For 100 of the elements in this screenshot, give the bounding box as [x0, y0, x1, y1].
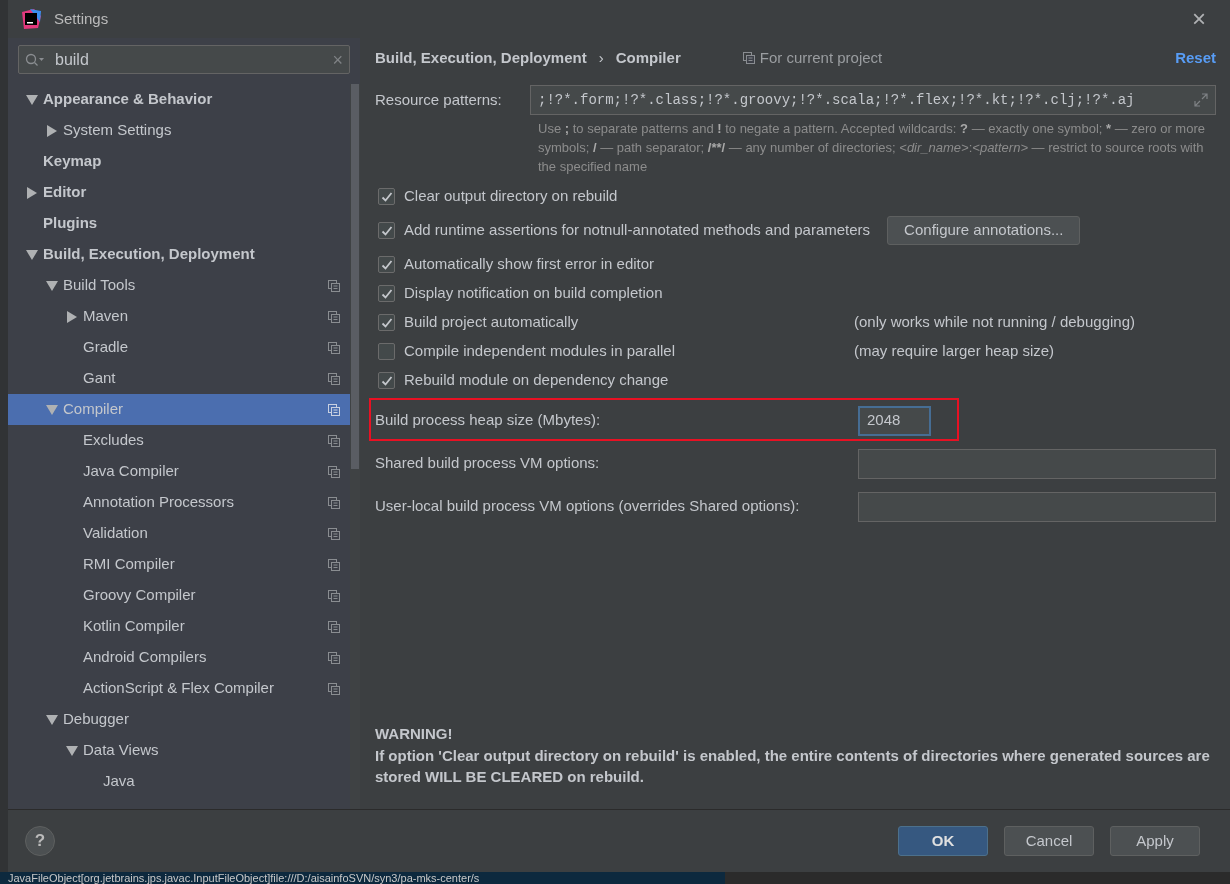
field-label: User-local build process VM options (overrides Shared options): [375, 496, 801, 517]
field-label: Resource patterns: [375, 89, 503, 110]
tree-item[interactable]: Editor [8, 177, 350, 208]
input-field[interactable] [858, 448, 1216, 479]
tree-item[interactable]: RMI Compiler [8, 549, 350, 580]
collapsed-arrow-icon[interactable] [26, 186, 38, 199]
tree-item[interactable]: Kotlin Compiler [8, 611, 350, 642]
tree-item[interactable]: Groovy Compiler [8, 580, 350, 611]
tree-item[interactable]: Build, Execution, Deployment [8, 239, 350, 270]
tree-item[interactable]: Maven [8, 301, 350, 332]
reset-link[interactable]: Reset [1175, 46, 1216, 70]
checkbox-label[interactable]: Add runtime assertions for notnull-annotated methods and parameters [404, 219, 871, 242]
copy-icon [328, 279, 340, 292]
copy-icon [328, 434, 340, 447]
scrollbar-thumb[interactable] [351, 84, 359, 469]
tree-item[interactable]: Debugger [8, 704, 350, 735]
tree-label: Groovy Compiler [83, 585, 197, 606]
breadcrumb-item[interactable]: Build, Execution, Deployment [375, 46, 587, 70]
tree-label: Gradle [83, 337, 130, 358]
tree-label: Maven [83, 306, 130, 327]
tree-item[interactable]: Java Compiler [8, 456, 350, 487]
copy-icon [328, 372, 340, 385]
tree-label: Data Views [83, 740, 160, 761]
copy-icon [328, 620, 340, 633]
field-label: Build process heap size (Mbytes): [375, 410, 602, 431]
expanded-arrow-icon[interactable] [26, 93, 38, 106]
checkbox[interactable] [378, 256, 395, 273]
tree-item[interactable]: Gant [8, 363, 350, 394]
expanded-arrow-icon[interactable] [66, 744, 78, 757]
copy-icon [328, 403, 340, 416]
tree-item[interactable]: Java [8, 766, 350, 797]
checkbox[interactable] [378, 372, 395, 389]
copy-icon [328, 341, 340, 354]
checkbox-label[interactable]: Automatically show first error in editor [404, 253, 655, 276]
tree-item[interactable]: Annotation Processors [8, 487, 350, 518]
tree-item[interactable]: Android Compilers [8, 642, 350, 673]
copy-icon [328, 310, 340, 323]
tree-label: Keymap [43, 151, 103, 172]
copy-icon [328, 527, 340, 540]
tree-item[interactable]: Build Tools [8, 270, 350, 301]
tree-label: Build, Execution, Deployment [43, 244, 256, 265]
checkbox-label[interactable]: Compile independent modules in parallel [404, 340, 675, 363]
search-icon [25, 52, 45, 67]
copy-icon [328, 651, 340, 664]
checkbox[interactable] [378, 285, 395, 302]
copy-icon [328, 682, 340, 695]
checkbox-label[interactable]: Clear output directory on rebuild [404, 185, 618, 208]
checkbox[interactable] [378, 222, 395, 239]
warning-text: If option 'Clear output directory on rebuild' is enabled, the entire contents of directories where generated sources are stored WILL BE CLEARED on rebuild. [375, 746, 1211, 787]
input-field[interactable]: 2048 [858, 405, 931, 436]
tree-label: Validation [83, 523, 149, 544]
expanded-arrow-icon[interactable] [26, 248, 38, 261]
configure-annotations-button[interactable]: Configure annotations... [887, 216, 1081, 245]
tree-label: Build Tools [63, 275, 137, 296]
tree-item[interactable]: Excludes [8, 425, 350, 456]
copy-icon [328, 496, 340, 509]
tree-item[interactable]: Keymap [8, 146, 350, 177]
tree-label: Debugger [63, 709, 130, 730]
tree-label: ActionScript & Flex Compiler [83, 678, 275, 699]
breadcrumb-separator: › [598, 47, 604, 68]
breadcrumb-item[interactable]: Compiler [615, 46, 681, 70]
hint-text: Use ; to separate patterns and ! to negate a pattern. Accepted wildcards: ? — exactly one symbol; * — zero or more symbols; / — path separator; /**/ — any number of directories; <dir_name>:<pattern> — restrict to source roots with the specified name [538, 120, 1206, 176]
checkbox[interactable] [378, 314, 395, 331]
expanded-arrow-icon[interactable] [46, 713, 58, 726]
resource-patterns-field[interactable]: ;!?*.form;!?*.class;!?*.groovy;!?*.scala;!?*.flex;!?*.kt;!?*.clj;!?*.aj [530, 85, 1216, 115]
tree-label: Excludes [83, 430, 145, 451]
tree-label: Gant [83, 368, 117, 389]
checkbox-label[interactable]: Rebuild module on dependency change [404, 369, 669, 392]
tree-item[interactable]: Gradle [8, 332, 350, 363]
dialog-button[interactable]: Cancel [1004, 826, 1094, 856]
checkbox[interactable] [378, 343, 395, 360]
help-button[interactable]: ? [25, 826, 55, 856]
tree-label: Appearance & Behavior [43, 89, 214, 110]
expanded-arrow-icon[interactable] [46, 279, 58, 292]
tree-item[interactable]: ActionScript & Flex Compiler [8, 673, 350, 704]
option-note: (only works while not running / debugging) [854, 312, 1135, 333]
checkbox-label[interactable]: Display notification on build completion [404, 282, 663, 305]
app-logo-icon [20, 8, 42, 30]
tree-item[interactable]: System Settings [8, 115, 350, 146]
checkbox-label[interactable]: Build project automatically [404, 311, 579, 334]
tree-item[interactable]: Validation [8, 518, 350, 549]
tree-item[interactable]: Appearance & Behavior [8, 84, 350, 115]
search-field[interactable]: build × [18, 45, 350, 74]
collapsed-arrow-icon[interactable] [66, 310, 78, 323]
warning-title: WARNING! [375, 724, 454, 744]
copy-icon [328, 465, 340, 478]
dialog-button[interactable]: OK [898, 826, 988, 856]
tree-item[interactable]: Plugins [8, 208, 350, 239]
tree-label: Annotation Processors [83, 492, 235, 513]
tree-label: Compiler [63, 399, 124, 420]
field-label: Shared build process VM options: [375, 453, 601, 474]
dialog-button[interactable]: Apply [1110, 826, 1200, 856]
copy-icon [328, 558, 340, 571]
tree-item[interactable]: Data Views [8, 735, 350, 766]
checkbox[interactable] [378, 188, 395, 205]
collapsed-arrow-icon[interactable] [46, 124, 58, 137]
close-button[interactable]: × [1192, 7, 1206, 31]
tree-label: Plugins [43, 213, 99, 234]
input-field[interactable] [858, 491, 1216, 522]
copy-icon [742, 52, 755, 64]
